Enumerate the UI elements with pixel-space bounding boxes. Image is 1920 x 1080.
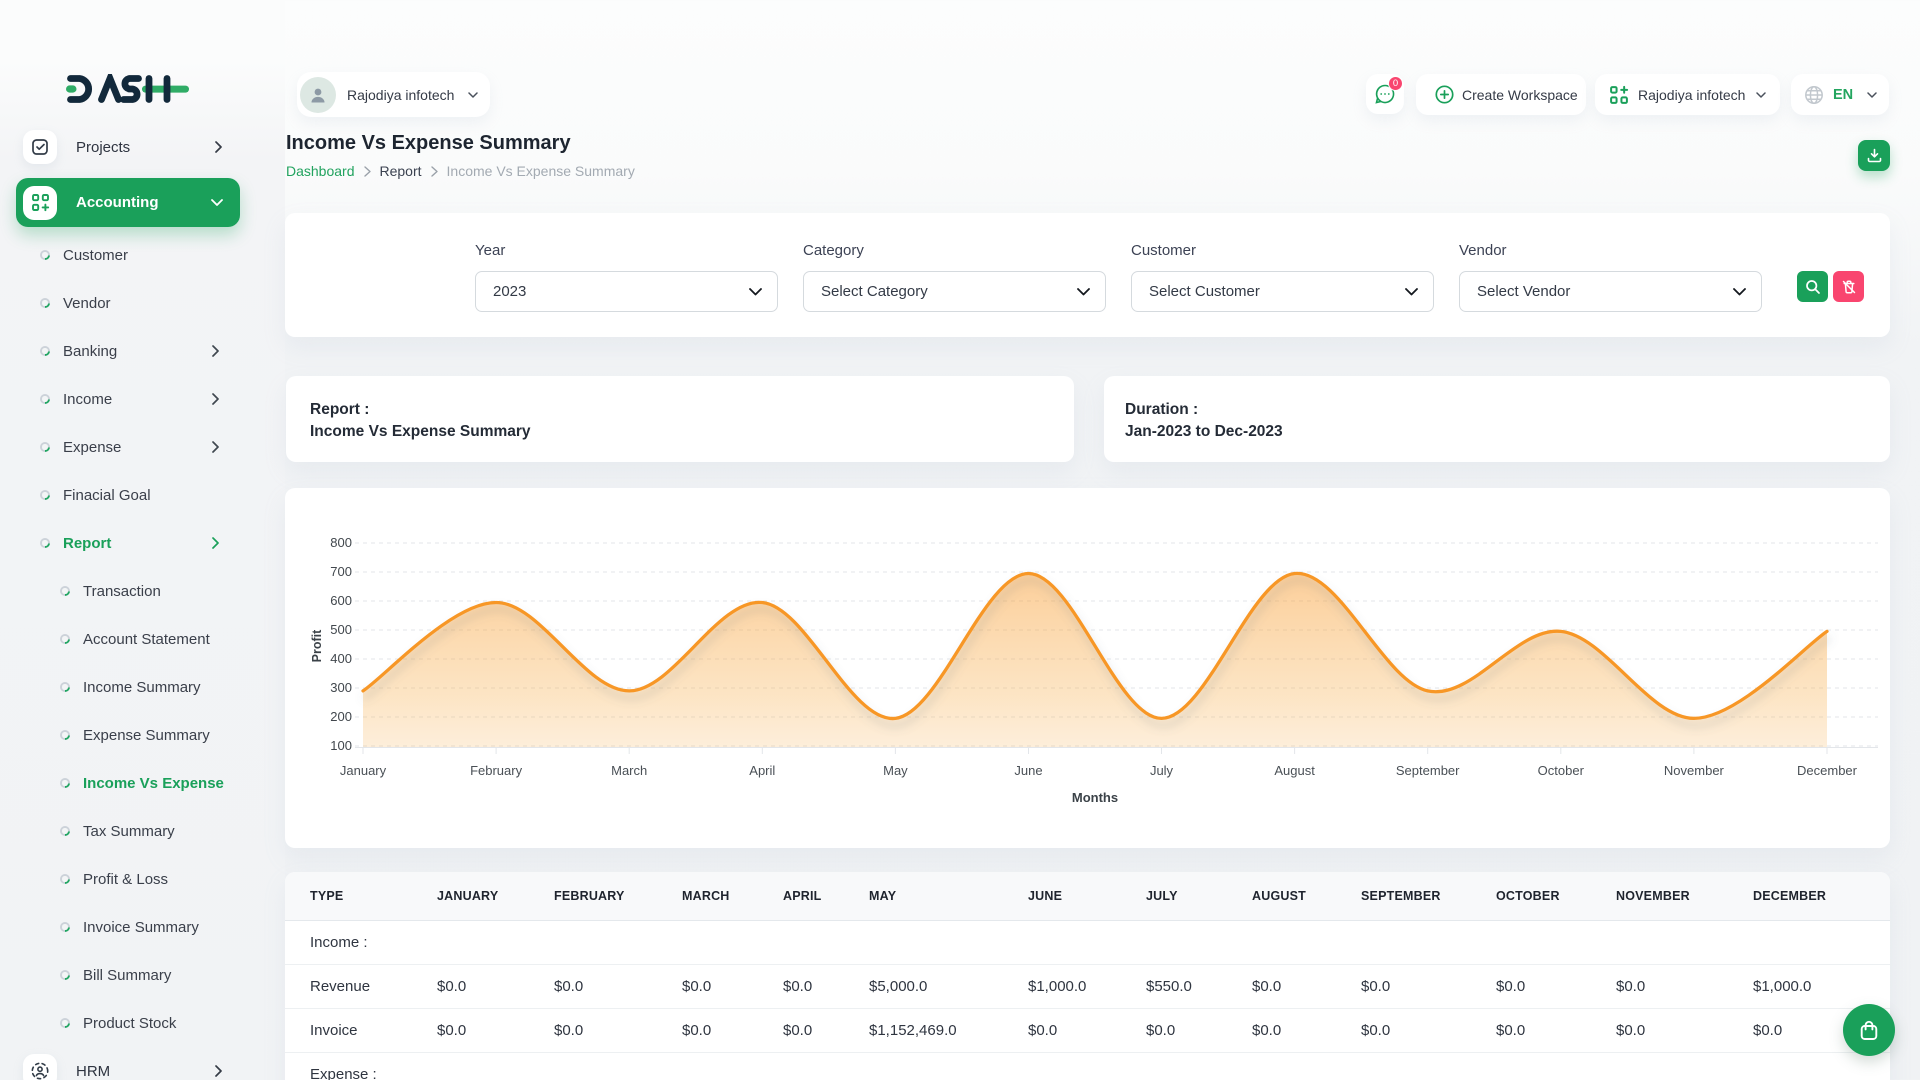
svg-text:Profit: Profit xyxy=(310,629,324,662)
svg-text:January: January xyxy=(340,763,387,778)
svg-text:August: August xyxy=(1274,763,1315,778)
svg-text:June: June xyxy=(1014,763,1042,778)
svg-text:December: December xyxy=(1797,763,1858,778)
svg-text:September: September xyxy=(1396,763,1460,778)
svg-text:November: November xyxy=(1664,763,1725,778)
svg-text:Months: Months xyxy=(1072,790,1118,805)
svg-text:April: April xyxy=(749,763,775,778)
svg-text:March: March xyxy=(611,763,647,778)
svg-text:300: 300 xyxy=(330,680,352,695)
svg-text:600: 600 xyxy=(330,593,352,608)
svg-text:February: February xyxy=(470,763,523,778)
svg-text:October: October xyxy=(1538,763,1585,778)
svg-text:200: 200 xyxy=(330,709,352,724)
svg-text:May: May xyxy=(883,763,908,778)
svg-text:500: 500 xyxy=(330,622,352,637)
svg-text:400: 400 xyxy=(330,651,352,666)
svg-text:700: 700 xyxy=(330,564,352,579)
svg-text:100: 100 xyxy=(330,738,352,753)
svg-text:800: 800 xyxy=(330,535,352,550)
svg-text:July: July xyxy=(1150,763,1174,778)
